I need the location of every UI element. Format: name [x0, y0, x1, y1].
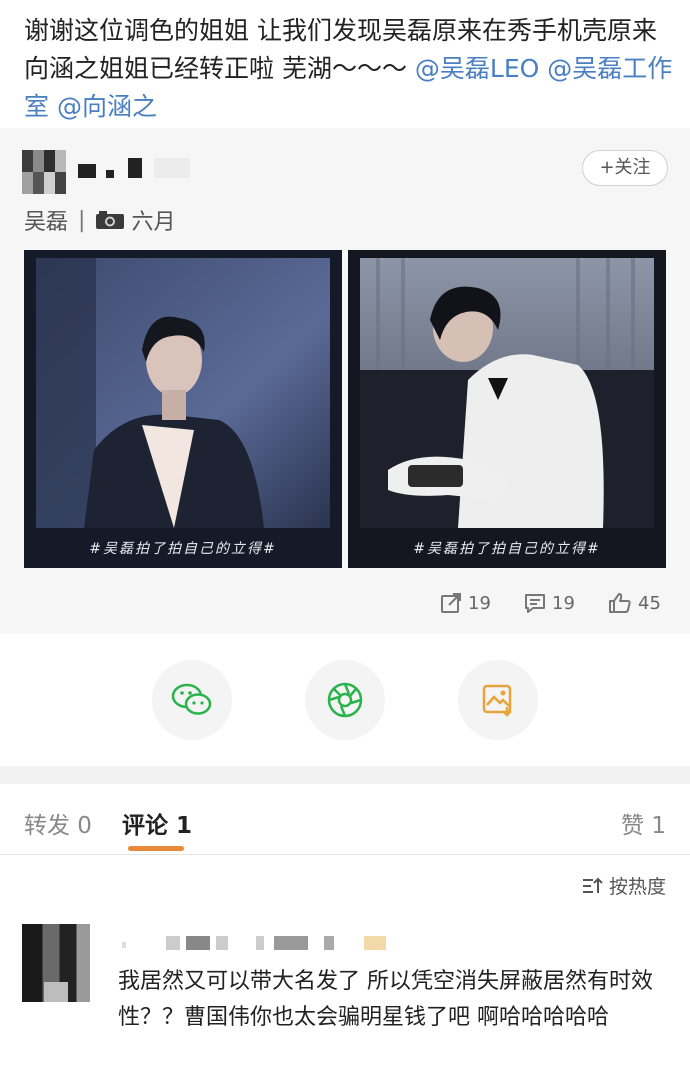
- photo-1[interactable]: #吴磊拍了拍自己的立得#: [24, 250, 342, 568]
- share-moments-button[interactable]: [305, 660, 385, 740]
- repost-avatar[interactable]: [22, 150, 66, 194]
- tab-comment[interactable]: 评论 1: [122, 806, 192, 840]
- sort-icon: [582, 877, 603, 893]
- thumbs-up-icon: [609, 593, 631, 613]
- comment-count: 19: [552, 592, 575, 614]
- post-text: 谢谢这位调色的姐姐 让我们发现吴磊原来在秀手机壳原来向涵之姐姐已经转正啦 芜湖～…: [24, 12, 674, 126]
- repost-count-button[interactable]: 19: [440, 592, 491, 614]
- wechat-icon: [171, 683, 212, 715]
- photo-1-image: [24, 250, 342, 568]
- mention-wulei-leo[interactable]: @吴磊LEO: [415, 54, 539, 83]
- comment-text: 我居然又可以带大名发了 所以凭空消失屏蔽居然有时效性？？曹国伟你也太会骗明星钱了…: [118, 969, 653, 1030]
- subtitle-tag: 六月: [131, 210, 176, 235]
- like-count: 45: [638, 592, 661, 614]
- follow-button[interactable]: +关注: [582, 150, 668, 186]
- mention-xianghanzhi[interactable]: @向涵之: [57, 92, 157, 121]
- section-divider: [0, 766, 690, 784]
- subtitle-separator: |: [78, 207, 86, 233]
- sort-by-hot-button[interactable]: 按热度: [581, 872, 666, 899]
- share-wechat-button[interactable]: [152, 660, 232, 740]
- reposted-card[interactable]: +关注 吴磊 | 六月 #吴磊拍了拍自己的立得# #吴磊拍了拍自己的立得# 19…: [0, 128, 690, 634]
- photo-2-caption: #吴磊拍了拍自己的立得#: [413, 541, 601, 557]
- tab-repost[interactable]: 转发 0: [24, 806, 92, 840]
- like-count-button[interactable]: 45: [608, 592, 661, 614]
- photo-2-image: [348, 250, 666, 568]
- commenter-name-blurred[interactable]: [118, 936, 418, 952]
- repost-username-blurred[interactable]: [78, 158, 198, 178]
- repost-subtitle: 吴磊 | 六月: [24, 204, 175, 236]
- camera-icon: [96, 211, 125, 229]
- interaction-tabs: 转发 0 评论 1 赞 1: [0, 784, 690, 855]
- save-image-button[interactable]: [458, 660, 538, 740]
- moments-icon: [327, 682, 363, 718]
- tab-like[interactable]: 赞 1: [621, 806, 666, 840]
- commenter-avatar[interactable]: [22, 924, 90, 1002]
- active-tab-indicator: [128, 846, 184, 851]
- subtitle-name: 吴磊: [24, 210, 69, 235]
- save-image-icon: [482, 684, 512, 717]
- repost-count: 19: [468, 592, 491, 614]
- sort-label: 按热度: [608, 876, 666, 898]
- share-row: [0, 634, 690, 766]
- photo-2[interactable]: #吴磊拍了拍自己的立得#: [348, 250, 666, 568]
- share-arrow-icon: [441, 593, 461, 613]
- comment-count-button[interactable]: 19: [524, 592, 575, 614]
- photo-1-caption: #吴磊拍了拍自己的立得#: [89, 541, 277, 557]
- comment-icon: [525, 594, 545, 613]
